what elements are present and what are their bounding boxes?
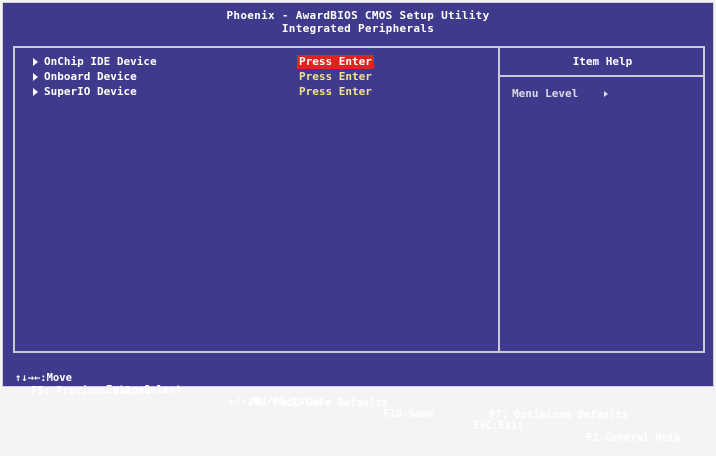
help-panel-divider (498, 46, 500, 353)
hint-exit: ESC:Exit (473, 420, 524, 432)
hint-optimized-defaults: F7: Optimized Defaults (489, 409, 629, 421)
submenu-arrow-icon (33, 73, 38, 81)
menu-item-value[interactable]: Press Enter (297, 70, 374, 84)
hint-save: F10:Save (383, 408, 434, 420)
page-title: Integrated Peripherals (281, 22, 435, 35)
menu-item-value-selected[interactable]: Press Enter (297, 55, 374, 69)
footer-key-hints-row2: F5: Previous Values F6: Fail-Safe Defaul… (3, 373, 713, 421)
hint-fail-safe-defaults: F6: Fail-Safe Defaults (249, 397, 389, 409)
hint-general-help: F1:General Help (586, 432, 681, 444)
menu-item-superio-device[interactable]: SuperIO Device (33, 85, 137, 99)
bios-screen: Phoenix - AwardBIOS CMOS Setup Utility I… (2, 2, 714, 444)
footer-key-hints-row1: ↑↓→←:Move Enter:Select +/-/PU/PD:Value F… (3, 360, 713, 444)
menu-item-label: SuperIO Device (44, 85, 137, 98)
menu-item-label: Onboard Device (44, 70, 137, 83)
menu-level-arrow-icon (604, 91, 609, 97)
menu-level-label: Menu Level (512, 87, 579, 100)
menu-item-value[interactable]: Press Enter (297, 85, 374, 99)
submenu-arrow-icon (33, 58, 38, 66)
item-help-title: Item Help (572, 55, 633, 68)
menu-item-onboard-device[interactable]: Onboard Device (33, 70, 137, 84)
menu-level-indicator: Menu Level (512, 87, 609, 101)
hint-previous-values: F5: Previous Values (31, 385, 152, 397)
submenu-arrow-icon (33, 88, 38, 96)
window-title: Phoenix - AwardBIOS CMOS Setup Utility (226, 9, 490, 22)
menu-item-label: OnChip IDE Device (44, 55, 157, 68)
menu-item-onchip-ide-device[interactable]: OnChip IDE Device (33, 55, 157, 69)
help-header-rule (500, 75, 705, 77)
